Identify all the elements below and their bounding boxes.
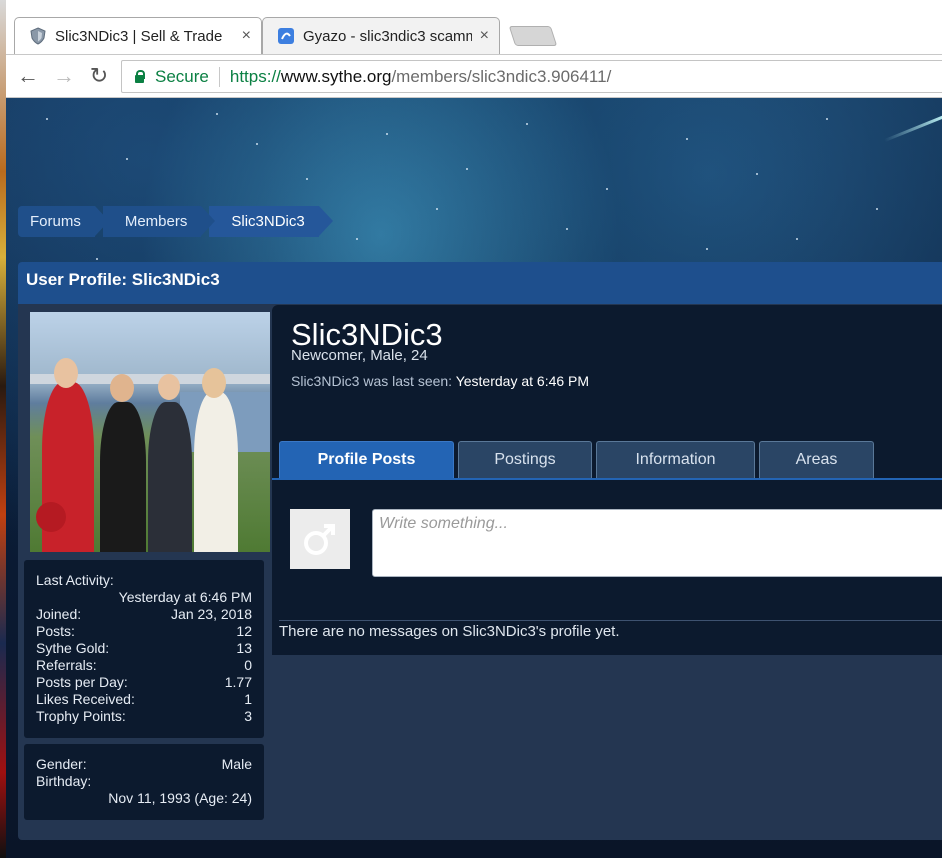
info-label: Birthday:: [36, 773, 92, 789]
stat-likes-received: Likes Received: 1: [36, 691, 252, 708]
close-icon[interactable]: ×: [242, 27, 251, 45]
stat-value: Jan 23, 2018: [171, 606, 252, 622]
stat-trophy-points: Trophy Points: 3: [36, 708, 252, 725]
profile-posts-content: Write something... There are no messages…: [272, 478, 942, 655]
info-value: Nov 11, 1993 (Age: 24): [108, 790, 252, 806]
browser-tab-gyazo[interactable]: Gyazo - slic3ndic3 scamm ×: [262, 17, 500, 54]
user-profile-container: User Profile: Slic3NDic3 Last Activity: …: [18, 262, 942, 840]
male-symbol-icon: [304, 524, 335, 555]
tab-profile-posts[interactable]: Profile Posts: [279, 441, 454, 478]
breadcrumb-members[interactable]: Members: [102, 206, 215, 237]
tab-title: Slic3NDic3 | Sell & Trade: [55, 27, 223, 45]
stat-joined: Joined: Jan 23, 2018: [36, 606, 252, 623]
stat-posts: Posts: 12: [36, 623, 252, 640]
new-tab-button[interactable]: [508, 26, 558, 46]
last-seen-value: Yesterday at 6:46 PM: [455, 373, 590, 389]
breadcrumb: Forums Members Slic3NDic3: [18, 206, 334, 237]
profile-main-panel: Slic3NDic3 Newcomer, Male, 24 Slic3NDic3…: [272, 305, 942, 655]
close-icon[interactable]: ×: [480, 27, 489, 45]
reload-icon[interactable]: ↻: [86, 63, 112, 89]
forward-arrow-icon[interactable]: →: [51, 63, 77, 89]
url-host: www.sythe.org: [280, 66, 392, 86]
user-info-panel: Gender: Male Birthday: Nov 11, 1993 (Age…: [24, 744, 264, 820]
user-stats-panel: Last Activity: Yesterday at 6:46 PM Join…: [24, 560, 264, 738]
tab-areas[interactable]: Areas: [759, 441, 874, 478]
breadcrumb-forums[interactable]: Forums: [18, 206, 109, 237]
user-title: Newcomer, Male, 24: [291, 347, 428, 364]
stat-sythe-gold: Sythe Gold: 13: [36, 640, 252, 657]
comet-decoration: [883, 112, 942, 143]
address-separator: [218, 66, 220, 87]
info-birthday: Birthday: Nov 11, 1993 (Age: 24): [36, 773, 252, 807]
info-value: Male: [221, 756, 252, 772]
stat-label: Joined:: [36, 606, 82, 622]
browser-toolbar: ← → ↻ Secure https://www.sythe.org/membe…: [6, 54, 942, 98]
profile-tabs: Profile Posts Postings Information Areas: [279, 441, 878, 478]
no-messages-text: There are no messages on Slic3NDic3's pr…: [279, 623, 620, 640]
stat-value: 13: [236, 640, 252, 656]
shield-icon: [30, 27, 46, 45]
stat-label: Trophy Points:: [36, 708, 126, 724]
stat-label: Posts per Day:: [36, 674, 128, 690]
address-bar[interactable]: Secure https://www.sythe.org/members/sli…: [121, 60, 942, 93]
stat-label: Sythe Gold:: [36, 640, 110, 656]
profile-post-input[interactable]: Write something...: [372, 509, 942, 577]
secure-label: Secure: [155, 66, 209, 86]
stat-value: 1.77: [224, 674, 252, 690]
stat-value[interactable]: 12: [236, 623, 252, 640]
stat-value[interactable]: 1: [244, 691, 252, 708]
last-seen-label: Slic3NDic3 was last seen:: [291, 373, 453, 389]
browser-tab-strip: Slic3NDic3 | Sell & Trade × Gyazo - slic…: [6, 0, 942, 54]
tab-title: Gyazo - slic3ndic3 scamm: [303, 27, 472, 45]
info-gender: Gender: Male: [36, 756, 252, 773]
stat-value[interactable]: 3: [244, 708, 252, 725]
profile-avatar-photo[interactable]: [30, 312, 270, 552]
stat-label: Posts:: [36, 623, 75, 639]
back-arrow-icon[interactable]: ←: [15, 63, 41, 89]
gyazo-icon: [278, 28, 294, 44]
stat-label: Referrals:: [36, 657, 97, 673]
url-scheme: https://: [229, 66, 281, 86]
page-content: Forums Members Slic3NDic3 User Profile: …: [6, 98, 942, 858]
last-seen-info: Slic3NDic3 was last seen: Yesterday at 6…: [291, 373, 589, 389]
stat-posts-per-day: Posts per Day: 1.77: [36, 674, 252, 691]
url-path: /members/slic3ndic3.906411/: [391, 66, 612, 86]
browser-tab-sythe[interactable]: Slic3NDic3 | Sell & Trade ×: [14, 17, 262, 54]
default-male-avatar: [290, 509, 350, 569]
stat-value: Yesterday at 6:46 PM: [118, 589, 252, 605]
info-label: Gender:: [36, 756, 87, 772]
stat-last-activity: Last Activity: Yesterday at 6:46 PM: [36, 572, 252, 606]
tab-postings[interactable]: Postings: [458, 441, 592, 478]
tab-information[interactable]: Information: [596, 441, 755, 478]
lock-icon: [134, 70, 145, 83]
stat-value: 0: [244, 657, 252, 673]
stat-referrals: Referrals: 0: [36, 657, 252, 674]
stat-label: Last Activity:: [36, 572, 114, 588]
breadcrumb-current-user[interactable]: Slic3NDic3: [209, 206, 334, 237]
stat-label: Likes Received:: [36, 691, 135, 707]
page-title: User Profile: Slic3NDic3: [18, 262, 942, 304]
content-divider: [279, 620, 942, 621]
